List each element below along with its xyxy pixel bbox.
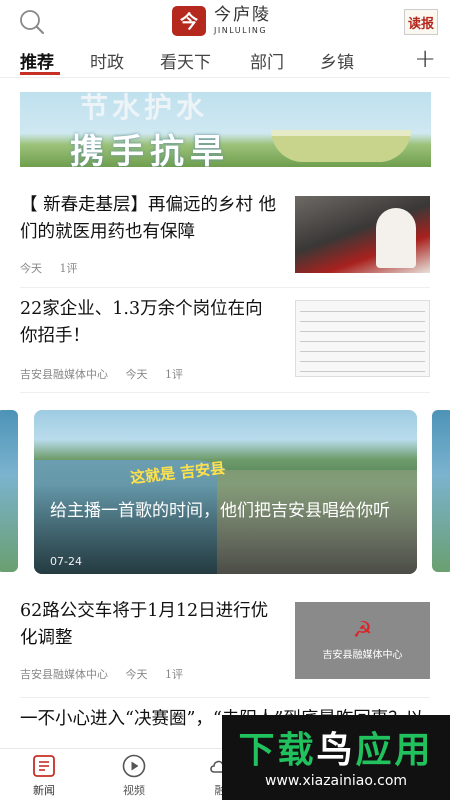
tab-departments[interactable]: 部门 — [250, 48, 284, 73]
news-thumbnail — [295, 300, 430, 377]
divider — [20, 287, 430, 288]
news-title: 22家企业、1.3万余个岗位在向你招手！ — [20, 299, 263, 346]
news-time: 今天 — [125, 668, 148, 681]
search-button[interactable] — [18, 8, 46, 36]
news-time: 今天 — [20, 262, 42, 275]
banner-line1: 节水护水 — [80, 92, 209, 124]
app-logo: 今 今庐陵 JINLULING — [172, 5, 271, 37]
carousel-prev-card[interactable] — [0, 410, 18, 572]
tab-politics[interactable]: 时政 — [90, 48, 124, 73]
watermark: 下载鸟应用 www.xiazainiao.com — [222, 715, 450, 800]
news-comments: 1评 — [165, 368, 183, 381]
tab-towns[interactable]: 乡镇 — [320, 48, 354, 73]
nav-label: 视频 — [123, 784, 145, 797]
media-center-logo-icon: ☭ — [352, 618, 373, 643]
divider — [20, 392, 430, 393]
divider — [20, 697, 430, 698]
video-carousel[interactable]: 这就是 吉安县 给主播一首歌的时间，他们把吉安县唱给你听 07-24 — [0, 406, 450, 578]
news-meta: 吉安县融媒体中心 今天 1评 — [20, 366, 197, 382]
plus-icon[interactable]: + — [414, 44, 436, 74]
news-meta: 今天 1评 — [20, 260, 92, 276]
video-card[interactable]: 这就是 吉安县 给主播一首歌的时间，他们把吉安县唱给你听 07-24 — [34, 410, 417, 574]
news-thumbnail — [295, 196, 430, 273]
news-source: 吉安县融媒体中心 — [20, 668, 108, 681]
nav-video[interactable]: 视频 — [104, 753, 164, 798]
logo-mark: 今 — [172, 6, 206, 36]
news-comments: 1评 — [165, 668, 183, 681]
active-tab-indicator — [20, 72, 60, 75]
watermark-url: www.xiazainiao.com — [264, 773, 408, 789]
nav-label: 新闻 — [33, 784, 55, 797]
nav-news[interactable]: 新闻 — [14, 753, 74, 798]
carousel-next-card[interactable] — [432, 410, 450, 572]
banner-line2: 携手抗旱 — [70, 132, 230, 167]
video-date: 07-24 — [50, 555, 82, 568]
news-icon — [33, 755, 55, 777]
banner-illustration — [271, 130, 411, 162]
news-source: 吉安县融媒体中心 — [20, 368, 108, 381]
thumbnail-text: 吉安县融媒体中心 — [322, 650, 403, 661]
app-header: 今 今庐陵 JINLULING 读报 — [0, 0, 450, 42]
news-comments: 1评 — [59, 262, 78, 275]
video-play-icon — [122, 754, 146, 778]
channel-tabs: 推荐 时政 看天下 部门 乡镇 + — [0, 42, 450, 78]
search-icon — [20, 10, 44, 34]
logo-english: JINLULING — [214, 26, 268, 35]
tab-recommend[interactable]: 推荐 — [20, 48, 54, 73]
news-time: 今天 — [125, 368, 148, 381]
promo-banner[interactable]: 节水护水 携手抗旱 — [20, 92, 431, 167]
tab-world[interactable]: 看天下 — [160, 48, 211, 73]
news-title: 62路公交车将于1月12日进行优化调整 — [20, 601, 269, 648]
logo-name: 今庐陵 — [214, 5, 271, 25]
news-thumbnail: ☭ 吉安县融媒体中心 — [295, 602, 430, 679]
news-meta: 吉安县融媒体中心 今天 1评 — [20, 666, 197, 682]
video-caption: 给主播一首歌的时间，他们把吉安县唱给你听 — [50, 501, 390, 521]
read-newspaper-button[interactable]: 读报 — [404, 9, 438, 35]
news-title: 【 新春走基层】再偏远的乡村 他们的就医用药也有保障 — [20, 195, 277, 242]
